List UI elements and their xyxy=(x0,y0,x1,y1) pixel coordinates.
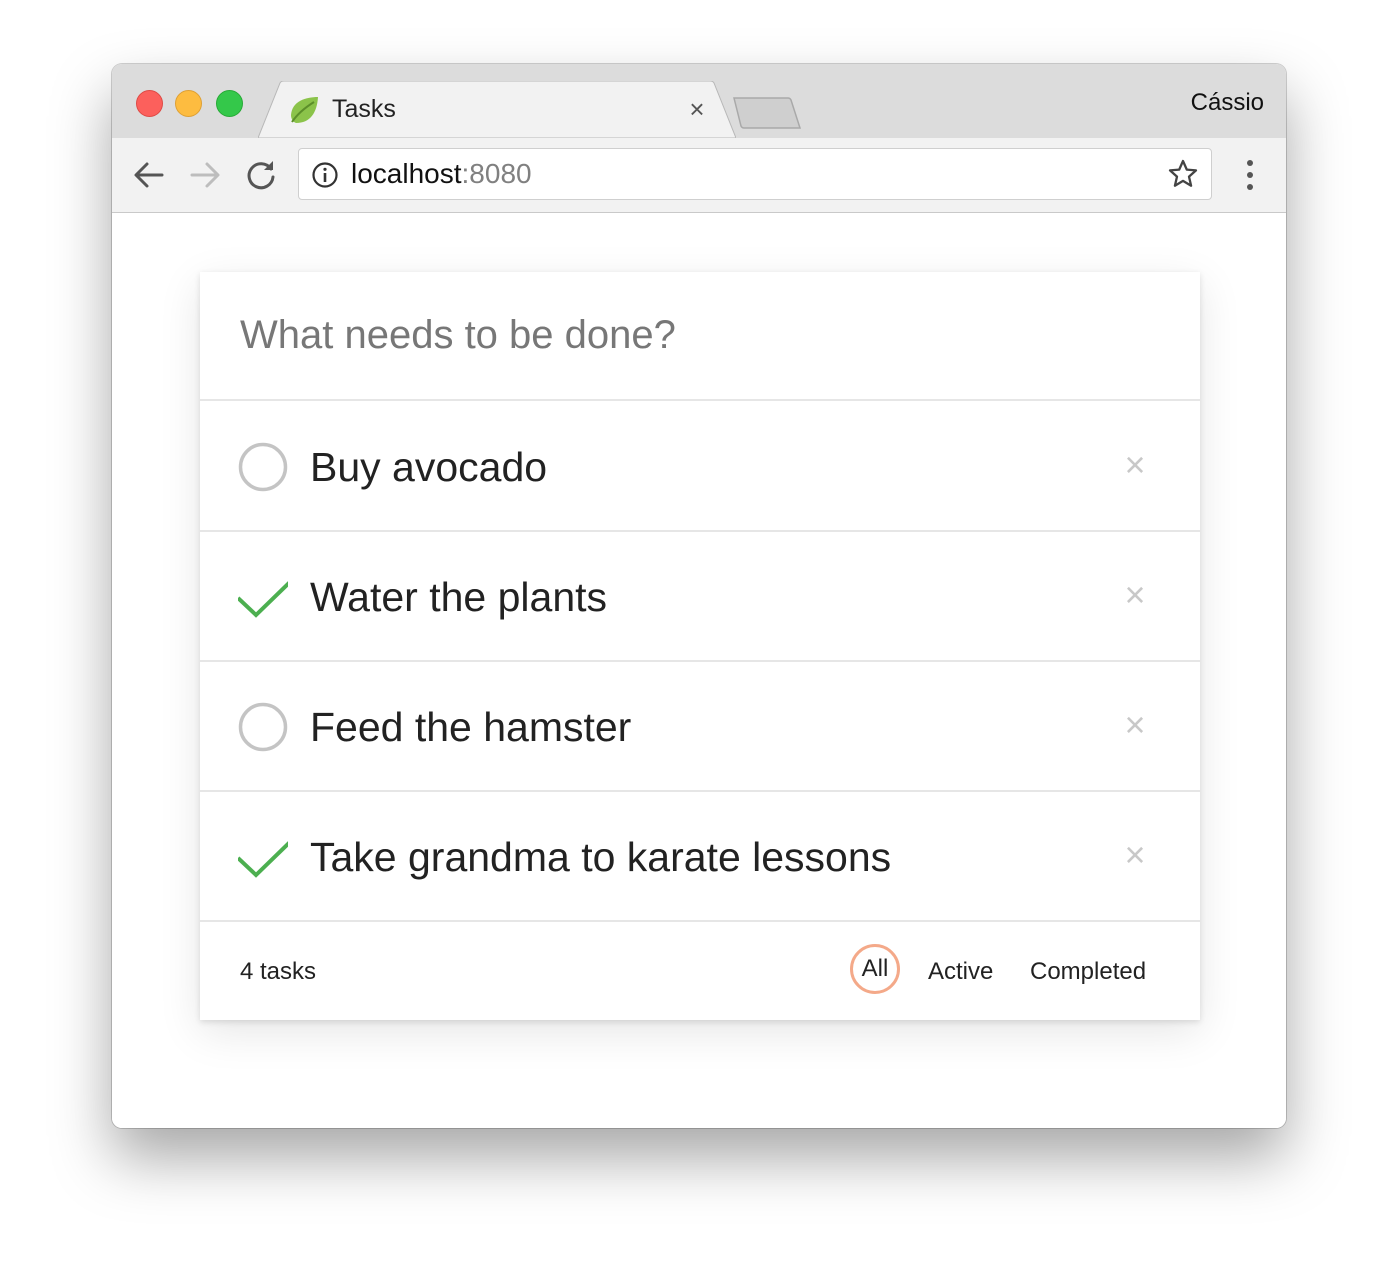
kebab-menu-icon[interactable] xyxy=(1236,158,1264,192)
close-window-button[interactable] xyxy=(136,90,163,117)
delete-todo-icon[interactable]: × xyxy=(1122,577,1148,613)
todo-item: Feed the hamster × xyxy=(200,662,1200,792)
address-bar[interactable]: localhost:8080 xyxy=(298,148,1212,200)
tab-title: Tasks xyxy=(332,95,396,123)
close-tab-icon[interactable]: × xyxy=(684,96,710,122)
delete-todo-icon[interactable]: × xyxy=(1122,837,1148,873)
todo-list: Buy avocado × Water the plants × Feed th… xyxy=(200,402,1200,922)
title-bar: Tasks × Cássio xyxy=(112,64,1286,138)
todo-item: Buy avocado × xyxy=(200,402,1200,532)
todo-item: Water the plants × xyxy=(200,532,1200,662)
browser-toolbar: localhost:8080 xyxy=(112,138,1286,213)
task-count: 4 tasks xyxy=(240,958,317,985)
arrow-right-icon[interactable] xyxy=(188,158,222,192)
url-host: localhost xyxy=(351,158,462,189)
url-text: localhost:8080 xyxy=(351,158,532,190)
leaf-icon xyxy=(291,97,318,123)
delete-todo-icon[interactable]: × xyxy=(1122,447,1148,483)
todo-label[interactable]: Feed the hamster xyxy=(310,702,631,752)
delete-todo-icon[interactable]: × xyxy=(1122,707,1148,743)
new-tab-button[interactable] xyxy=(732,96,802,130)
todo-label[interactable]: Buy avocado xyxy=(310,442,547,492)
new-todo-input[interactable] xyxy=(200,272,1200,401)
minimize-window-button[interactable] xyxy=(175,90,202,117)
unchecked-circle-icon[interactable] xyxy=(238,702,288,752)
tab-shape xyxy=(258,81,736,138)
checkmark-icon[interactable] xyxy=(238,572,288,622)
browser-tab[interactable]: Tasks × xyxy=(258,81,736,138)
checkmark-icon[interactable] xyxy=(238,832,288,882)
zoom-window-button[interactable] xyxy=(216,90,243,117)
url-port: :8080 xyxy=(461,158,532,189)
filter-completed[interactable]: Completed xyxy=(1030,958,1146,986)
arrow-left-icon[interactable] xyxy=(132,158,166,192)
profile-name[interactable]: Cássio xyxy=(1191,88,1264,118)
filter-all[interactable]: All xyxy=(850,944,900,994)
todo-footer: 4 tasks All Active Completed xyxy=(200,922,1200,1020)
todo-app: Buy avocado × Water the plants × Feed th… xyxy=(200,272,1200,1020)
todo-item: Take grandma to karate lessons × xyxy=(200,792,1200,922)
page-content: Buy avocado × Water the plants × Feed th… xyxy=(112,213,1286,1128)
todo-label[interactable]: Take grandma to karate lessons xyxy=(310,832,891,882)
star-icon[interactable] xyxy=(1167,158,1199,190)
filter-active[interactable]: Active xyxy=(928,958,993,986)
browser-window: Tasks × Cássio localhost:8080 What needs… xyxy=(112,64,1286,1128)
todo-label[interactable]: Water the plants xyxy=(310,572,607,622)
unchecked-circle-icon[interactable] xyxy=(238,442,288,492)
info-icon[interactable] xyxy=(311,161,339,189)
reload-icon[interactable] xyxy=(244,158,278,192)
